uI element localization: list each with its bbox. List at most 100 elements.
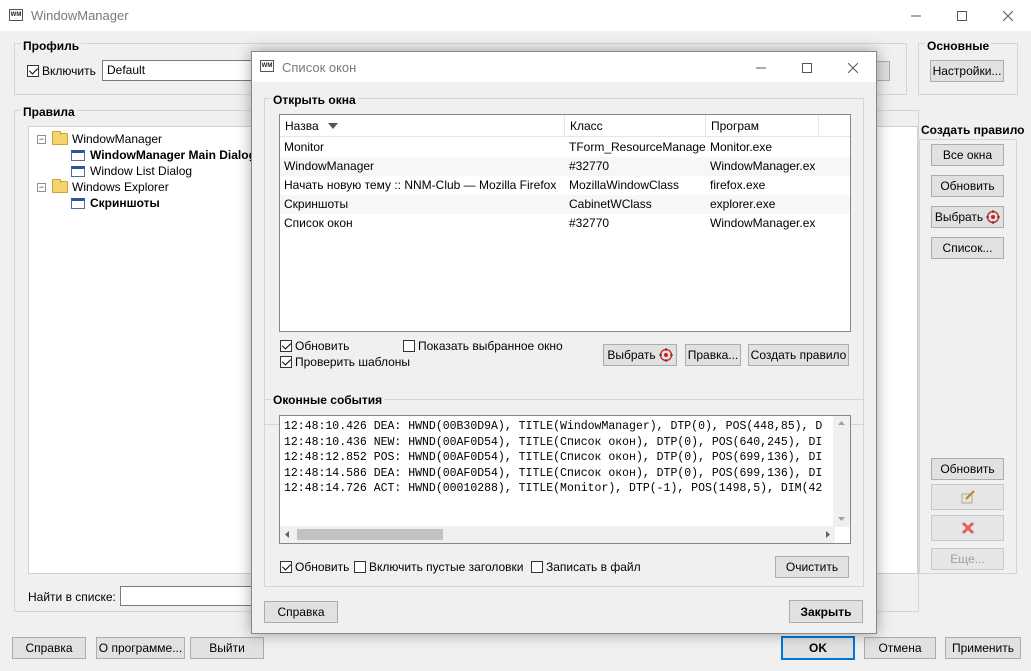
close-icon [848,62,858,73]
minimize-button[interactable] [893,0,939,31]
basic-group-title: Основные [925,39,992,53]
log-line: 12:48:10.426 DEA: HWND(00B30D9A), TITLE(… [284,420,823,433]
edit-rule-button[interactable] [931,484,1004,510]
main-titlebar: WM WindowManager [0,0,1031,31]
collapse-icon[interactable]: − [37,182,46,192]
list-item[interactable]: Monitor TForm_ResourceManage Monitor.exe [280,138,850,157]
dialog-pick-button[interactable]: Выбрать [603,344,677,366]
list-item[interactable]: WindowManager #32770 WindowManager.ex [280,157,850,176]
log-line: 12:48:14.726 ACT: HWND(00010288), TITLE(… [284,482,823,495]
profile-select[interactable]: Default [102,60,262,81]
minimize-icon [756,67,766,68]
checkbox-box [354,561,366,573]
delete-icon [961,521,974,535]
open-windows-title: Открыть окна [271,93,358,107]
checkbox-box [280,356,292,368]
window-icon [71,149,85,161]
dialog-minimize-button[interactable] [738,52,784,83]
maximize-button[interactable] [939,0,985,31]
dialog-title: Список окон [282,60,357,75]
tree-item-windows-explorer[interactable]: − Windows Explorer [37,179,169,194]
profile-group-title: Профиль [21,39,82,53]
show-selected-checkbox[interactable]: Показать выбранное окно [403,339,563,353]
minimize-icon [911,15,921,16]
refresh-checkbox[interactable]: Обновить [280,339,349,353]
log-vertical-scrollbar[interactable] [833,416,850,527]
create-rule-title: Создать правило [921,123,1025,137]
refresh-button[interactable]: Обновить [931,175,1004,197]
open-windows-list[interactable]: Назва Класс Програм Monitor TForm_Resour… [279,114,851,332]
settings-button[interactable]: Настройки... [930,60,1004,82]
checkbox-box [27,65,39,77]
more-button[interactable]: Еще... [931,548,1004,570]
list-item[interactable]: Начать новую тему :: NNM-Club — Mozilla … [280,176,850,195]
scroll-arrows-icon [285,531,830,538]
log-line: 12:48:14.586 DEA: HWND(00AF0D54), TITLE(… [284,467,823,480]
window-icon [71,197,85,209]
rules-group-title: Правила [21,105,77,119]
dialog-edit-button[interactable]: Правка... [685,344,741,366]
about-button[interactable]: О программе... [96,637,185,659]
scroll-arrows-icon [838,421,845,521]
tree-item-screenshots[interactable]: Скриншоты [71,196,160,210]
dialog-help-button[interactable]: Справка [264,601,338,623]
list-header: Назва Класс Програм [280,115,850,137]
events-refresh-checkbox[interactable]: Обновить [280,560,349,574]
window-events-title: Оконные события [271,393,385,407]
list-item[interactable]: Скриншоты CabinetWClass explorer.exe [280,195,850,214]
close-icon [1003,10,1013,21]
search-input[interactable] [120,586,260,606]
window-icon [71,165,85,177]
log-line: 12:48:10.436 NEW: HWND(00AF0D54), TITLE(… [284,436,823,449]
dialog-app-icon: WM [260,60,274,72]
dialog-titlebar: WM Список окон [252,52,876,82]
checkbox-box [403,340,415,352]
empty-titles-checkbox[interactable]: Включить пустые заголовки [354,560,524,574]
column-class-header[interactable]: Класс [565,115,706,137]
pick-window-button[interactable]: Выбрать [931,206,1004,228]
target-icon [986,210,1001,224]
ok-button[interactable]: OK [781,636,855,660]
profile-enable-checkbox[interactable]: Включить [27,64,96,78]
folder-icon [52,131,68,145]
tree-item-list-dialog[interactable]: Window List Dialog [71,164,192,178]
check-templates-checkbox[interactable]: Проверить шаблоны [280,355,410,369]
target-icon [658,348,673,362]
delete-rule-button[interactable] [931,515,1004,541]
all-windows-button[interactable]: Все окна [931,144,1004,166]
write-to-file-checkbox[interactable]: Записать в файл [531,560,641,574]
column-name-header[interactable]: Назва [280,115,565,137]
column-program-header[interactable]: Програм [706,115,819,137]
clear-log-button[interactable]: Очистить [775,556,849,578]
checkbox-box [531,561,543,573]
exit-button[interactable]: Выйти [190,637,264,659]
sort-down-icon [327,123,338,129]
collapse-icon[interactable]: − [37,134,46,144]
apply-button[interactable]: Применить [945,637,1021,659]
close-button[interactable] [985,0,1031,31]
refresh-rules-button[interactable]: Обновить [931,458,1004,480]
dialog-create-rule-button[interactable]: Создать правило [748,344,849,366]
list-item[interactable]: Список окон #32770 WindowManager.ex [280,214,850,233]
main-window-title: WindowManager [31,8,129,23]
events-log[interactable]: 12:48:10.426 DEA: HWND(00B30D9A), TITLE(… [279,415,851,544]
window-list-button[interactable]: Список... [931,237,1004,259]
cancel-button[interactable]: Отмена [864,637,936,659]
dialog-close-button[interactable] [830,52,876,83]
checkbox-box [280,340,292,352]
maximize-icon [802,62,812,73]
dialog-maximize-button[interactable] [784,52,830,83]
log-line: 12:48:12.852 POS: HWND(00AF0D54), TITLE(… [284,451,823,464]
checkbox-box [280,561,292,573]
edit-icon [961,490,975,504]
tree-item-windowmanager[interactable]: − WindowManager [37,131,162,146]
search-label: Найти в списке: [28,590,116,604]
help-button[interactable]: Справка [12,637,86,659]
app-icon: WM [9,9,23,21]
log-horizontal-scrollbar[interactable] [280,526,835,543]
maximize-icon [957,10,967,21]
dialog-close-text-button[interactable]: Закрыть [789,600,863,623]
tree-item-main-dialog[interactable]: WindowManager Main Dialog [71,148,256,162]
window-list-dialog: WM Список окон Открыть окна Назва Класс … [251,51,877,634]
folder-icon [52,179,68,193]
